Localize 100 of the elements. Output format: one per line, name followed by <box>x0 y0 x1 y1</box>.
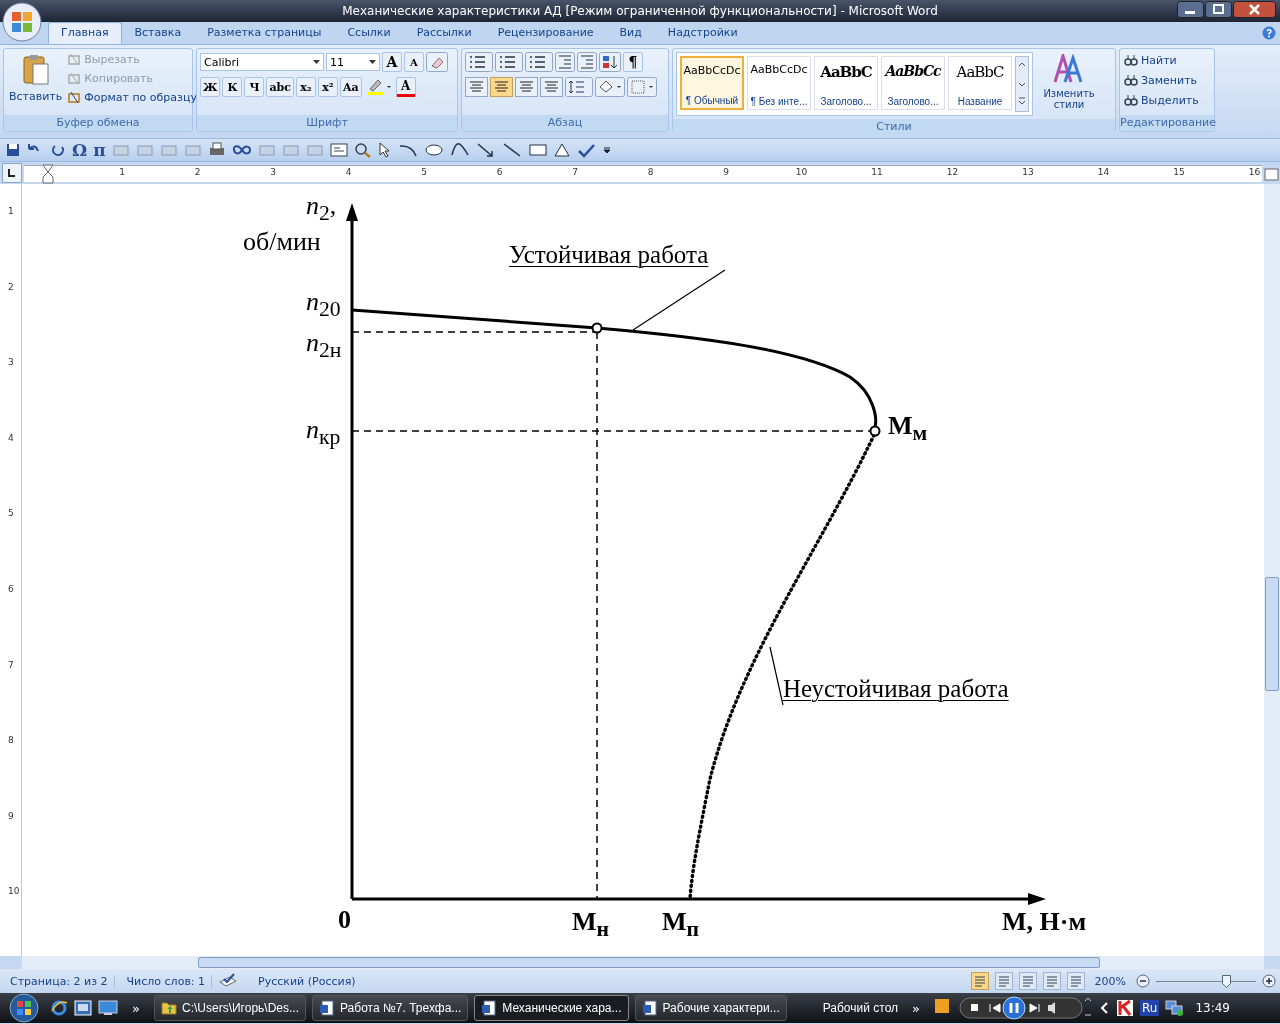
list-icon[interactable] <box>525 52 553 72</box>
line-icon[interactable] <box>501 142 522 158</box>
clipboard-button[interactable]: Формат по образцу <box>67 90 198 105</box>
align-icon[interactable] <box>540 77 563 97</box>
zoom-level[interactable]: 200% <box>1090 974 1130 988</box>
slider-thumb[interactable] <box>1222 974 1232 988</box>
editing-button[interactable]: Выделить <box>1123 92 1200 108</box>
search-icon[interactable] <box>353 142 372 158</box>
page-count[interactable]: Страница: 2 из 2 <box>4 974 115 988</box>
symbol-button[interactable]: Ω <box>72 140 88 160</box>
pointer-icon[interactable] <box>377 142 392 158</box>
paste-button[interactable]: Вставить <box>7 52 65 112</box>
style-item[interactable]: AaBbCcDc ¶ Без инте... <box>747 56 811 110</box>
diagram-label: 0 <box>338 906 351 935</box>
antivirus-icon[interactable] <box>1116 999 1134 1017</box>
scrollbar-thumb[interactable] <box>198 957 1100 968</box>
grow-font-button[interactable]: A <box>382 52 402 72</box>
window-icon[interactable] <box>74 1000 92 1016</box>
show-marks-button[interactable]: ¶ <box>623 52 643 72</box>
media-player-controls[interactable] <box>934 995 1094 1021</box>
style-item[interactable]: AaBbCc Заголово... <box>881 56 945 110</box>
eraser-icon[interactable] <box>426 52 448 72</box>
font-size-field[interactable]: 11 <box>326 53 380 71</box>
language-indicator[interactable]: Русский (Россия) <box>244 974 362 988</box>
taskbar-button[interactable]: Механические хара... <box>474 995 629 1021</box>
ribbon-tab[interactable]: Разметка страницы <box>194 22 335 44</box>
font-name-field[interactable]: Calibri <box>200 53 324 71</box>
network-icon[interactable] <box>1165 999 1186 1017</box>
ribbon-tab[interactable]: Вид <box>606 22 655 44</box>
help-icon[interactable] <box>1262 26 1276 40</box>
chevron-left-icon[interactable] <box>1100 1001 1110 1015</box>
editing-button[interactable]: Найти <box>1123 52 1200 68</box>
format-button[interactable]: Ч <box>244 77 265 97</box>
ribbon-tab[interactable]: Ссылки <box>334 22 404 44</box>
close-icon[interactable] <box>1233 1 1276 18</box>
browser-icon[interactable] <box>50 999 68 1017</box>
vertical-scrollbar[interactable] <box>1264 184 1280 956</box>
change-styles-button[interactable]: Изменить стили <box>1036 52 1102 116</box>
symbol-button[interactable]: π <box>93 140 106 160</box>
format-button[interactable]: x² <box>317 77 338 97</box>
word-count[interactable]: Число слов: 1 <box>120 974 213 988</box>
editing-button[interactable]: Заменить <box>1123 72 1200 88</box>
indent-icon[interactable] <box>577 52 597 72</box>
ribbon-tab[interactable]: Рассылки <box>403 22 485 44</box>
format-button[interactable]: x₂ <box>295 77 316 97</box>
align-icon[interactable] <box>515 77 538 97</box>
restore-icon[interactable] <box>1205 1 1232 18</box>
link-icon[interactable] <box>231 143 252 157</box>
format-button[interactable]: abc <box>266 77 294 97</box>
redo-icon[interactable] <box>50 143 66 157</box>
rectangle-icon[interactable] <box>527 143 548 157</box>
gallery-scroll-icon[interactable] <box>1015 56 1029 112</box>
format-button[interactable]: Aa <box>339 77 362 97</box>
more-button[interactable]: » <box>904 1000 928 1016</box>
style-item[interactable]: AaBbC Название <box>948 56 1012 110</box>
minimize-icon[interactable] <box>1177 1 1204 18</box>
ribbon-tab[interactable]: Рецензирование <box>484 22 607 44</box>
desktop-icon[interactable] <box>98 1000 118 1016</box>
style-item[interactable]: AaBbCcDc ¶ Обычный <box>680 56 744 110</box>
indent-icon[interactable] <box>555 52 575 72</box>
keyboard-language[interactable]: Ru <box>1140 1000 1160 1016</box>
format-button[interactable]: К <box>222 77 243 97</box>
align-icon[interactable] <box>490 77 513 97</box>
arrow-icon[interactable] <box>475 142 496 158</box>
list-icon[interactable] <box>465 52 493 72</box>
font-color-button[interactable]: A <box>395 77 416 97</box>
list-icon[interactable] <box>495 52 523 72</box>
arc-icon[interactable] <box>397 143 418 157</box>
more-button[interactable]: » <box>124 1000 148 1016</box>
indent-marker-icon[interactable] <box>42 163 54 184</box>
spelling-check-icon[interactable] <box>575 142 596 158</box>
format-button[interactable]: Ж <box>200 77 221 97</box>
ribbon-tab[interactable]: Надстройки <box>654 22 751 44</box>
text-box-icon[interactable] <box>329 143 348 157</box>
fill-bucket-icon[interactable] <box>595 77 625 97</box>
horizontal-ruler[interactable]: 1 2 3 4 5 6 7 8 9 10 11 12 13 14 15 16 <box>24 164 1262 182</box>
print-icon[interactable] <box>207 142 226 158</box>
zoom-in-icon[interactable] <box>1262 974 1276 988</box>
customize-icon[interactable] <box>601 145 612 155</box>
desktop-toolbar-label[interactable]: Рабочий стол <box>822 1001 899 1015</box>
shrink-font-button[interactable]: A <box>404 52 424 72</box>
ribbon-tab[interactable]: Вставка <box>121 22 195 44</box>
tab-selector-icon[interactable] <box>2 163 22 183</box>
spell-check-icon[interactable] <box>218 973 239 989</box>
ruler-number: 3 <box>8 357 14 368</box>
oval-icon[interactable] <box>423 143 444 157</box>
vertical-ruler[interactable]: 1 2 3 4 5 6 7 8 9 10 <box>0 184 22 956</box>
save-icon[interactable] <box>6 143 20 157</box>
taskbar-button[interactable]: C:\Users\Игорь\Des... <box>153 995 306 1021</box>
taskbar-button[interactable]: Работа №7. Трехфа... <box>312 995 469 1021</box>
ribbon-tab[interactable]: Главная <box>48 22 122 44</box>
scrollbar-thumb[interactable] <box>1265 577 1279 691</box>
align-icon[interactable] <box>465 77 488 97</box>
style-item[interactable]: AaBbC Заголово... <box>814 56 878 110</box>
sort-icon[interactable] <box>599 52 621 72</box>
triangle-icon[interactable] <box>553 143 570 157</box>
taskbar-button[interactable]: Рабочие характери... <box>634 995 787 1021</box>
horizontal-scrollbar[interactable] <box>22 956 1264 969</box>
zoom-out-icon[interactable] <box>1136 974 1150 988</box>
curve-icon[interactable] <box>449 143 470 157</box>
